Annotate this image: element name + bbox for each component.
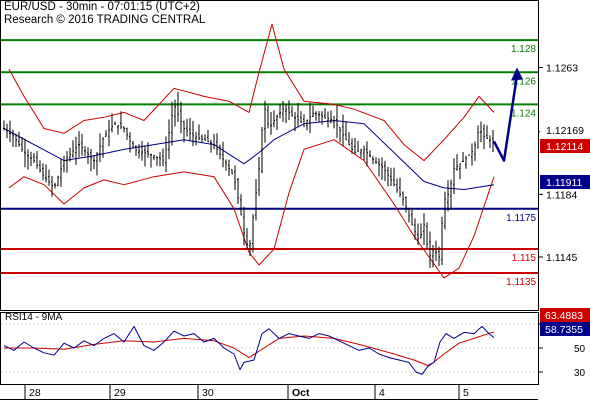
rsi-line xyxy=(3,325,495,375)
rsi-badge-label: 58.7355 xyxy=(545,324,583,336)
level-label: 1.115 xyxy=(512,253,537,264)
forecast-arrow-head xyxy=(511,67,523,81)
rsi-tick-label: 30 xyxy=(574,368,586,379)
price-tick-label: 1.1184 xyxy=(546,189,577,201)
level-label: 1.128 xyxy=(511,44,536,55)
level-label: 1.1135 xyxy=(506,277,536,288)
price-tick-label: 1.1145 xyxy=(546,252,577,264)
time-label: 29 xyxy=(114,387,126,399)
rsi-tick-label: 50 xyxy=(574,344,586,355)
time-label: 30 xyxy=(202,387,214,399)
time-label: Oct xyxy=(292,387,310,399)
price-badge-label: 1.12169 xyxy=(546,125,584,137)
rsi-panel-frame xyxy=(0,312,539,385)
price-badge-label: 1.12114 xyxy=(546,141,583,153)
time-label: 5 xyxy=(463,387,469,399)
price-badge-label: 1.11911 xyxy=(546,177,583,189)
level-label: 1.124 xyxy=(511,108,536,119)
rsi-badge-label: 63.4883 xyxy=(545,310,583,322)
moving-average-line xyxy=(3,120,495,190)
time-label: 28 xyxy=(29,387,41,399)
level-label: 1.1175 xyxy=(506,213,536,224)
price-panel-frame xyxy=(0,0,539,311)
time-label: 4 xyxy=(379,387,385,399)
price-chart[interactable]: 1.12631.12231.11841.11451.1281.1261.1241… xyxy=(0,0,590,400)
price-tick-label: 1.1263 xyxy=(546,62,578,74)
